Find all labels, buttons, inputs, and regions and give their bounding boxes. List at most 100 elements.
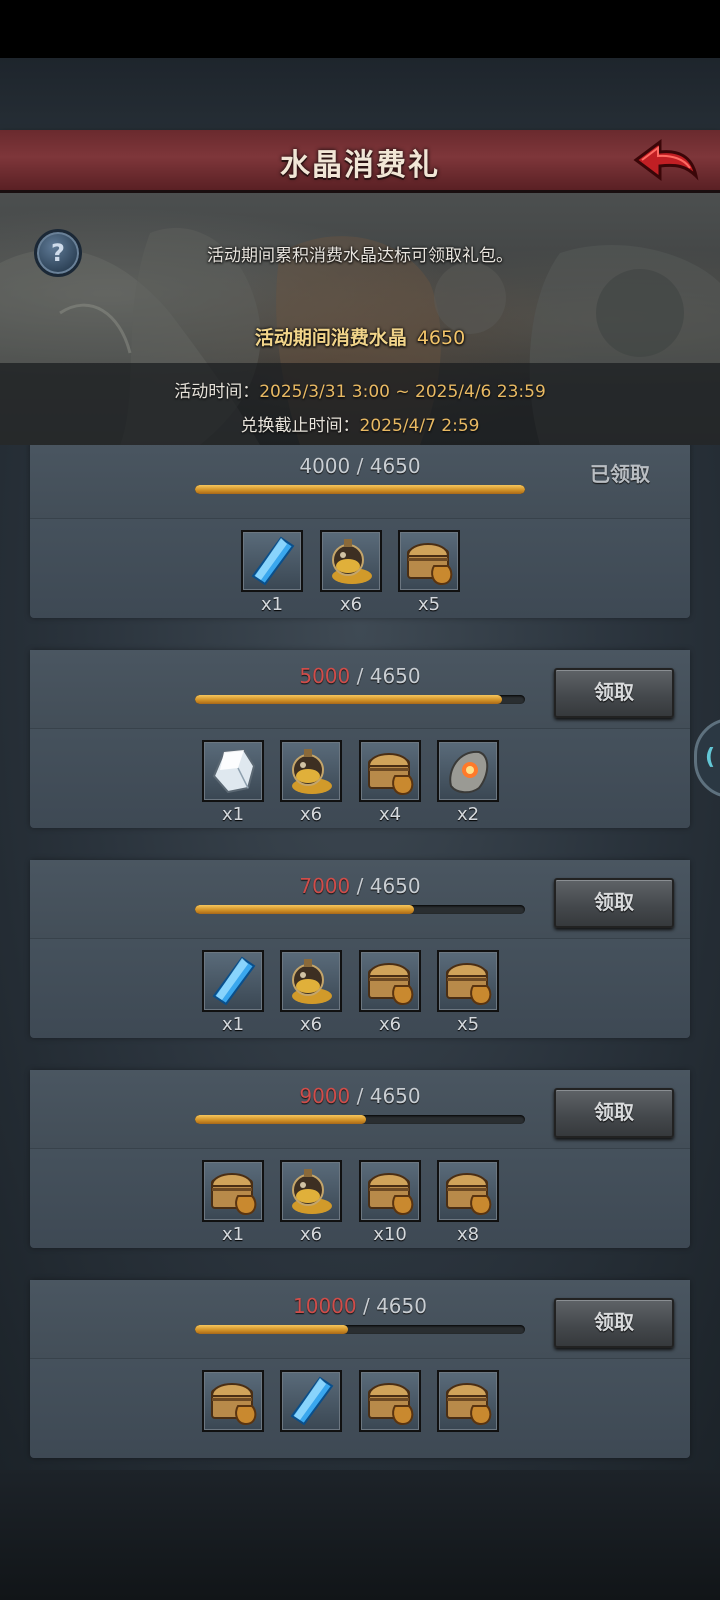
tier-progress-bar [195,485,525,494]
tier-progress-text: 9000 / 4650 [195,1084,525,1108]
tier-progress-fill [195,695,502,704]
tier-progress-bar [195,695,525,704]
deadline-value: 2025/4/7 2:59 [359,416,480,436]
tier-progress-text: 7000 / 4650 [195,874,525,898]
reward-item[interactable]: x10 [359,1160,421,1246]
tier-progress-fill [195,485,525,494]
tier-progress-bar [195,1115,525,1124]
reward-item[interactable]: x1 [202,1160,264,1246]
gold-potion-icon [320,530,382,592]
reward-item-quantity: x1 [221,1224,245,1245]
claim-button[interactable]: 领取 [554,1298,674,1348]
deadline-time: 兑换截止时间：2025/4/7 2:59 [0,411,720,436]
reward-item[interactable]: x6 [359,950,421,1036]
activity-time-value: 2025/3/31 3:00 ~ 2025/4/6 23:59 [259,382,546,402]
activity-time-label: 活动时间： [174,382,260,402]
page-title: 水晶消费礼 [280,148,440,183]
reward-item[interactable]: x1 [241,530,303,616]
reward-tier-list[interactable]: 4000 / 4650 已领取 x1 x6 x5 5000 / 4650 领取 x1 x6 x4 x… [0,445,720,1470]
reward-item[interactable]: x1 [202,740,264,826]
treasure-chest-icon [398,530,460,592]
treasure-chest-icon [359,1370,421,1432]
tier-reward-items: x1 x6 x10 x8 [30,1160,690,1245]
tier-header: 5000 / 4650 领取 [30,650,690,729]
reward-item[interactable]: x2 [437,740,499,826]
tier-reward-items: x1 x6 x4 x2 [30,740,690,825]
blue-crystal-icon [280,1370,342,1432]
tier-reward-items: x1 x6 x5 [30,530,690,615]
time-panel: 活动时间：2025/3/31 3:00 ~ 2025/4/6 23:59 兑换截… [0,363,720,445]
reward-tier-card: 7000 / 4650 领取 x1 x6 x6 x5 [30,860,690,1038]
reward-item[interactable]: x5 [437,950,499,1036]
tier-progress-bar [195,905,525,914]
tier-header: 9000 / 4650 领取 [30,1070,690,1149]
reward-item-quantity: x5 [417,594,441,615]
status-bar [0,0,720,58]
claim-button[interactable]: 领取 [554,668,674,718]
treasure-chest-icon [359,950,421,1012]
back-button[interactable] [630,136,700,186]
consumed-label: 活动期间消费水晶 [254,327,407,349]
tier-progress-text: 5000 / 4650 [195,664,525,688]
reward-item-quantity: x10 [373,1224,407,1245]
activity-time: 活动时间：2025/3/31 3:00 ~ 2025/4/6 23:59 [0,377,720,402]
bottom-area [0,1470,720,1600]
reward-item[interactable]: x6 [320,530,382,616]
tier-separator: / [350,454,370,478]
reward-item[interactable] [280,1370,342,1456]
claim-button[interactable]: 领取 [554,878,674,928]
tier-separator: / [350,664,370,688]
tier-header: 4000 / 4650 已领取 [30,445,690,519]
tier-progress-bar [195,1325,525,1334]
tier-header: 10000 / 4650 领取 [30,1280,690,1359]
reward-item-quantity: x6 [299,1224,323,1245]
treasure-chest-icon [359,1160,421,1222]
reward-item-quantity: x1 [221,1014,245,1035]
white-crystal-icon [202,740,264,802]
reward-tier-card: 4000 / 4650 已领取 x1 x6 x5 [30,445,690,618]
reward-tier-card: 10000 / 4650 领取 [30,1280,690,1458]
reward-item-quantity: x4 [378,804,402,825]
reward-item-quantity: x6 [339,594,363,615]
tier-progress-fill [195,1325,349,1334]
reward-item[interactable] [437,1370,499,1456]
tier-current-value: 4650 [369,874,421,898]
reward-item[interactable]: x6 [280,1160,342,1246]
consumed-crystals: 活动期间消费水晶 4650 [0,323,720,350]
reward-item[interactable]: x6 [280,740,342,826]
tier-separator: / [356,1294,377,1318]
gold-potion-icon [280,740,342,802]
tier-progress-fill [195,1115,366,1124]
reward-item[interactable]: x5 [398,530,460,616]
reward-item[interactable]: x4 [359,740,421,826]
reward-item-quantity: x1 [221,804,245,825]
reward-item[interactable] [359,1370,421,1456]
reward-item-quantity: x6 [378,1014,402,1035]
title-bar: 水晶消费礼 [0,130,720,193]
reward-item[interactable]: x8 [437,1160,499,1246]
treasure-chest-icon [359,740,421,802]
blue-crystal-icon [241,530,303,592]
treasure-chest-icon [437,1160,499,1222]
tier-current-value: 4650 [369,1084,421,1108]
side-tab-icon: ( [705,745,716,770]
deadline-label: 兑换截止时间： [240,416,360,436]
reward-item-quantity: x5 [456,1014,480,1035]
treasure-chest-icon [202,1370,264,1432]
reward-tier-card: 5000 / 4650 领取 x1 x6 x4 x2 [30,650,690,828]
reward-item[interactable]: x1 [202,950,264,1036]
reward-item-quantity: x1 [260,594,284,615]
tier-required-value: 10000 [293,1294,357,1318]
gold-potion-icon [280,950,342,1012]
tier-header: 7000 / 4650 领取 [30,860,690,939]
reward-item-quantity: x6 [299,804,323,825]
treasure-chest-icon [202,1160,264,1222]
reward-item[interactable] [202,1370,264,1456]
fire-stone-icon [437,740,499,802]
tier-current-value: 4650 [369,454,421,478]
reward-item[interactable]: x6 [280,950,342,1036]
tier-required-value: 7000 [299,874,351,898]
tier-progress-fill [195,905,415,914]
tier-progress-text: 4000 / 4650 [195,454,525,478]
claim-button[interactable]: 领取 [554,1088,674,1138]
